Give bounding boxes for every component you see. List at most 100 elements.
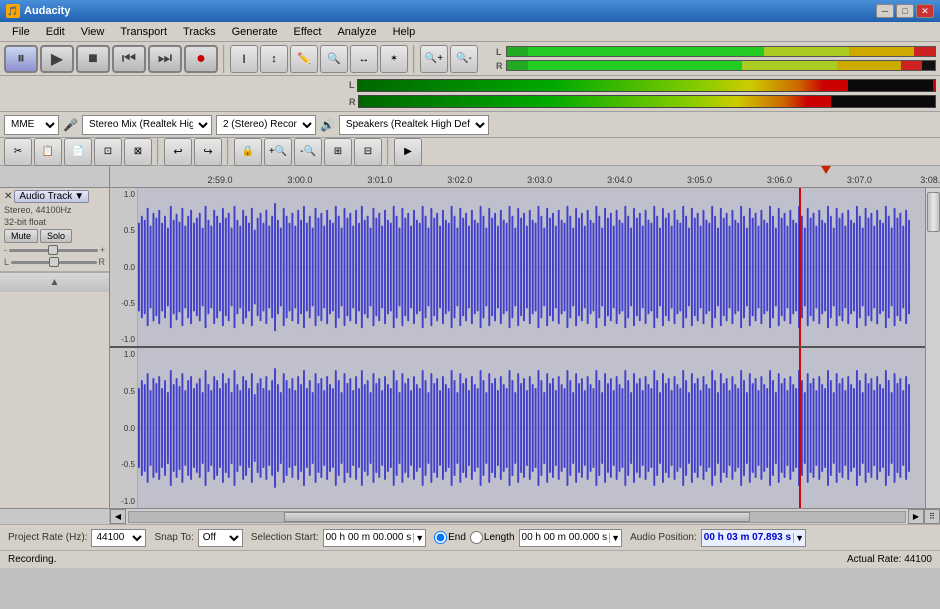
play-button[interactable]: ▶ [40,45,74,73]
sep3 [157,138,159,166]
ruler-mark-0: 2:59.0 [207,175,232,185]
project-rate-select[interactable]: 44100 [91,529,146,547]
timeshift-tool[interactable]: ↔ [350,45,378,73]
close-button[interactable]: ✕ [916,4,934,18]
status-bar: Project Rate (Hz): 44100 Snap To: Off Se… [0,524,940,550]
ruler-mark-2: 3:01.0 [367,175,392,185]
expand-track-button[interactable]: ▲ [0,272,109,292]
R-meter [506,60,936,71]
scroll-right-button[interactable]: ▶ [908,509,924,524]
zoom-out-tool[interactable]: 🔍- [450,45,478,73]
output-select[interactable]: Speakers (Realtek High Defi [339,115,489,135]
selection-tool[interactable]: I [230,45,258,73]
menu-effect[interactable]: Effect [286,24,330,40]
vertical-scrollbar[interactable] [925,188,940,508]
end-value[interactable]: 00 h 00 m 00.000 s [520,532,610,543]
ruler-inner: 2:59.0 3:00.0 3:01.0 3:02.0 3:03.0 3:04.… [220,166,940,187]
selection-start-dropdown[interactable]: ▼ [413,533,425,543]
record-button[interactable]: ● [184,45,218,73]
envelope-tool[interactable]: ↕ [260,45,288,73]
h-scroll-track[interactable] [128,511,906,523]
length-radio-label[interactable]: Length [470,531,515,544]
length-radio[interactable] [470,531,483,544]
end-dropdown[interactable]: ▼ [609,533,621,543]
R-label: R [496,61,504,71]
menu-file[interactable]: File [4,24,38,40]
solo-button[interactable]: Solo [40,229,72,243]
skip-back-button[interactable]: ⏮ [112,45,146,73]
menu-generate[interactable]: Generate [224,24,286,40]
pan-slider[interactable] [11,261,96,264]
scroll-left-button[interactable]: ◀ [110,509,126,524]
gain-plus[interactable]: + [100,245,105,255]
selection-start-value[interactable]: 00 h 00 m 00.000 s [324,532,414,543]
bottom-channel[interactable]: 1.0 0.5 0.0 -0.5 -1.0 [110,348,925,508]
main-content: ✕ Audio Track ▼ Stereo, 44100Hz 32-bit f… [0,188,940,508]
zoom-out-edit-button[interactable]: -🔍 [294,138,322,166]
h-scroll-thumb[interactable] [284,512,750,522]
top-channel[interactable]: 1.0 0.5 0.0 -0.5 -1.0 [110,188,925,348]
menu-analyze[interactable]: Analyze [329,24,384,40]
end-radio[interactable] [434,531,447,544]
audio-pos-dropdown[interactable]: ▼ [793,533,805,543]
multi-tool[interactable]: ✶ [380,45,408,73]
mic-icon: 🎤 [63,118,78,132]
zoom-in-edit-button[interactable]: +🔍 [264,138,292,166]
minimize-button[interactable]: ─ [876,4,894,18]
zoom-in-tool[interactable]: 🔍+ [420,45,448,73]
size-grip: ⠿ [924,509,940,524]
y-scale-top: 1.0 0.5 0.0 -0.5 -1.0 [110,188,138,346]
pan-R-label: R [99,257,106,267]
end-radio-label[interactable]: End [434,531,466,544]
menu-transport[interactable]: Transport [112,24,175,40]
cut-button[interactable]: ✂ [4,138,32,166]
api-select[interactable]: MME [4,115,59,135]
menu-view[interactable]: View [73,24,113,40]
track-name: Audio Track [19,191,72,202]
snap-to-label: Snap To: [154,532,193,543]
track-dropdown-icon: ▼ [74,191,84,202]
sync-lock-button[interactable]: 🔒 [234,138,262,166]
project-rate-field: Project Rate (Hz): 44100 [8,529,146,547]
gain-minus[interactable]: - [4,245,7,255]
audio-pos-value: 00 h 03 m 07.893 s [702,532,793,543]
menu-tracks[interactable]: Tracks [175,24,224,40]
ruler-mark-9: 3:08.0 [920,175,940,185]
redo-button[interactable]: ↪ [194,138,222,166]
skip-fwd-button[interactable]: ⏭ [148,45,182,73]
silence-button[interactable]: ⊠ [124,138,152,166]
pause-button[interactable]: ⏸ [4,45,38,73]
track-name-button[interactable]: Audio Track ▼ [14,190,89,203]
input-select[interactable]: Stereo Mix (Realtek High De [82,115,212,135]
ruler: 2:59.0 3:00.0 3:01.0 3:02.0 3:03.0 3:04.… [0,166,940,188]
fit-selection-button[interactable]: ⊞ [324,138,352,166]
L-label: L [496,47,504,57]
menu-edit[interactable]: Edit [38,24,73,40]
gain-slider[interactable] [9,249,98,252]
ruler-mark-5: 3:04.0 [607,175,632,185]
paste-button[interactable]: 📄 [64,138,92,166]
play-at-speed-button[interactable]: ▶ [394,138,422,166]
undo-button[interactable]: ↩ [164,138,192,166]
y-scale-bottom: 1.0 0.5 0.0 -0.5 -1.0 [110,348,138,508]
zoom-tool[interactable]: 🔍 [320,45,348,73]
menu-help[interactable]: Help [385,24,424,40]
title-bar: 🎵 Audacity ─ □ ✕ [0,0,940,22]
trim-button[interactable]: ⊡ [94,138,122,166]
snap-to-select[interactable]: Off [198,529,243,547]
track-close-button[interactable]: ✕ [4,191,12,202]
copy-button[interactable]: 📋 [34,138,62,166]
mute-button[interactable]: Mute [4,229,38,243]
device-toolbar: MME 🎤 Stereo Mix (Realtek High De 2 (Ste… [0,112,940,138]
fit-project-button[interactable]: ⊟ [354,138,382,166]
snap-to-field: Snap To: Off [154,529,242,547]
horizontal-scrollbar[interactable]: ◀ ▶ ⠿ [0,508,940,524]
v-scroll-thumb[interactable] [927,192,940,232]
channels-select[interactable]: 2 (Stereo) Recor [216,115,316,135]
ruler-mark-6: 3:05.0 [687,175,712,185]
draw-tool[interactable]: ✏️ [290,45,318,73]
stop-button[interactable]: ■ [76,45,110,73]
sep4 [227,138,229,166]
bottom-status-bar: Recording. Actual Rate: 44100 [0,550,940,568]
maximize-button[interactable]: □ [896,4,914,18]
